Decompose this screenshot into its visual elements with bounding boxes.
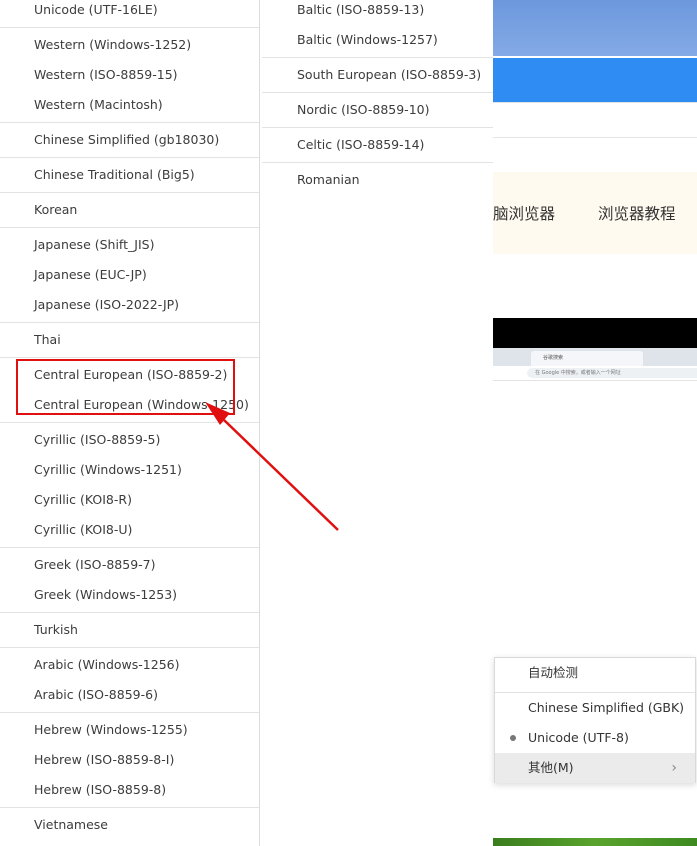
annotation-arrow-icon: [205, 402, 339, 531]
